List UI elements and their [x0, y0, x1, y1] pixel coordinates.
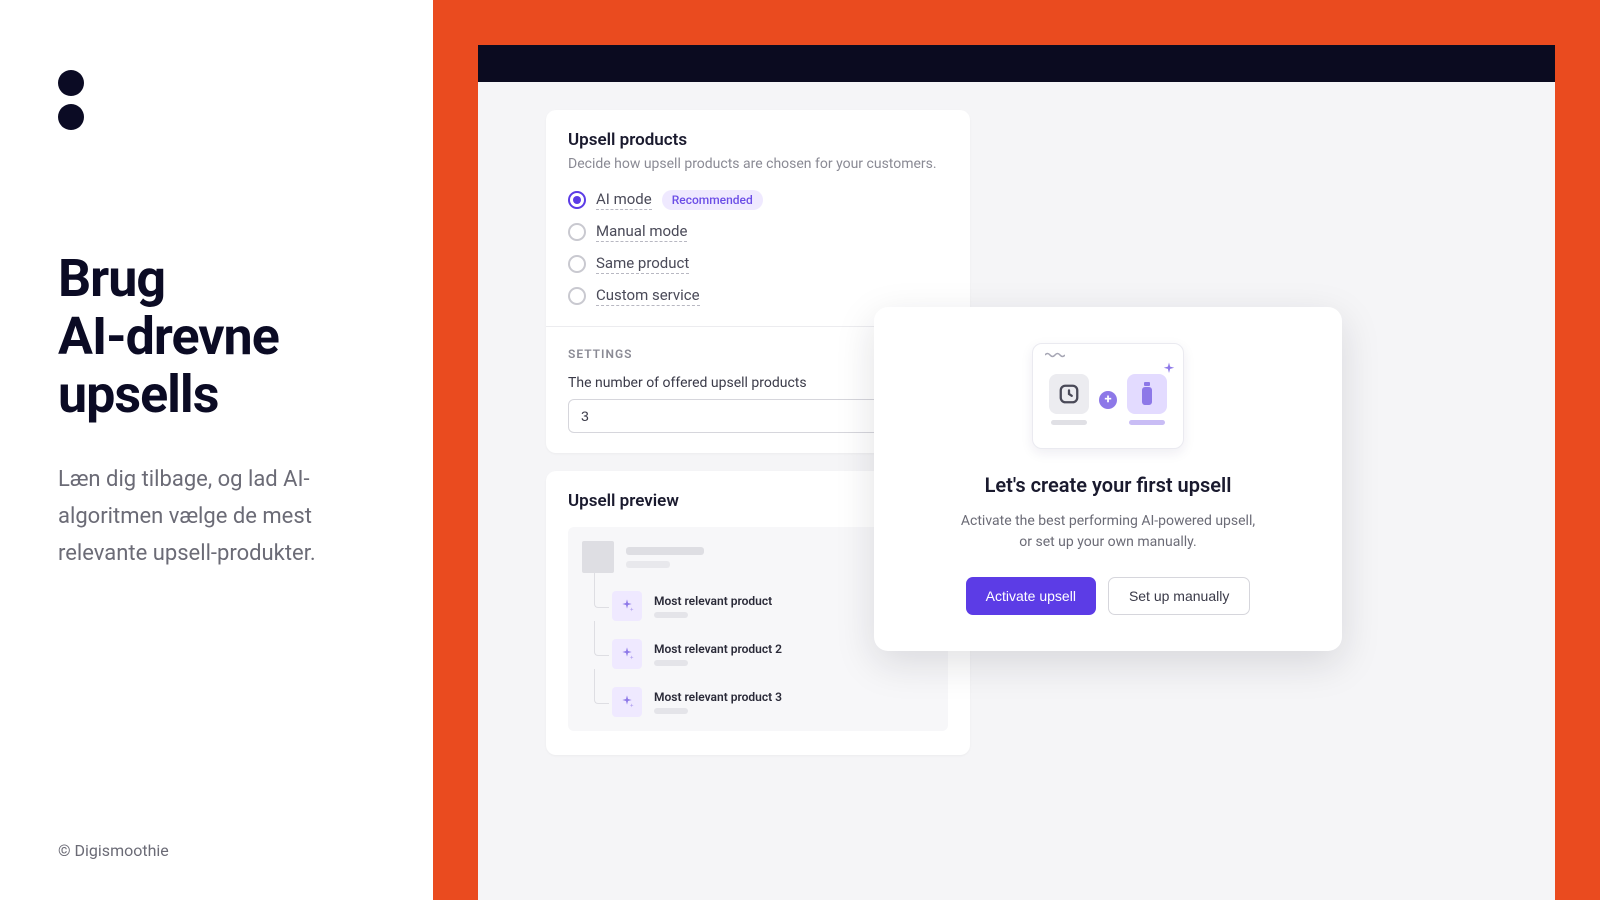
sparkle-icon: [612, 687, 642, 717]
modal-illustration: +: [1032, 343, 1184, 449]
sparkle-icon: [612, 591, 642, 621]
sparkle-icon: [1160, 361, 1178, 379]
radio-label: Manual mode: [596, 222, 687, 242]
app-window: Upsell products Decide how upsell produc…: [478, 45, 1555, 900]
page-heading: Brug AI-drevne upsells: [58, 250, 375, 425]
preview-item-label: Most relevant product 3: [654, 690, 782, 704]
radio-manual-mode[interactable]: Manual mode: [568, 222, 948, 242]
sparkle-icon: [612, 639, 642, 669]
radio-icon: [568, 287, 586, 305]
radio-label: Same product: [596, 254, 689, 274]
setup-manually-button[interactable]: Set up manually: [1108, 577, 1250, 615]
preview-item-label: Most relevant product 2: [654, 642, 782, 656]
page-subtext: Læn dig tilbage, og lad AI-algoritmen væ…: [58, 461, 375, 573]
recommended-badge: Recommended: [662, 190, 763, 210]
radio-label: Custom service: [596, 286, 700, 306]
create-upsell-modal: + Let's create your first upsell: [874, 307, 1342, 651]
radio-icon: [568, 223, 586, 241]
product-placeholder-text: [626, 547, 704, 568]
radio-ai-mode[interactable]: AI mode Recommended: [568, 190, 948, 210]
bottle-icon: [1127, 374, 1167, 414]
activate-upsell-button[interactable]: Activate upsell: [966, 577, 1096, 615]
app-topbar: [478, 45, 1555, 82]
clock-icon: [1049, 374, 1089, 414]
radio-icon: [568, 255, 586, 273]
preview-item-label: Most relevant product: [654, 594, 772, 608]
heading-line: Brug: [58, 248, 165, 309]
radio-same-product[interactable]: Same product: [568, 254, 948, 274]
heading-line: upsells: [58, 364, 218, 425]
radio-custom-service[interactable]: Custom service: [568, 286, 948, 306]
info-panel: Brug AI-drevne upsells Læn dig tilbage, …: [0, 0, 433, 900]
copyright: © Digismoothie: [58, 841, 169, 860]
squiggle-icon: [1045, 352, 1065, 358]
showcase-panel: Upsell products Decide how upsell produc…: [433, 0, 1600, 900]
app-content: Upsell products Decide how upsell produc…: [478, 82, 1555, 900]
radio-label: AI mode: [596, 190, 652, 210]
radio-icon: [568, 191, 586, 209]
card-title: Upsell products: [568, 130, 948, 150]
preview-item: Most relevant product 3: [612, 687, 934, 717]
product-placeholder-icon: [582, 541, 614, 573]
heading-line: AI-drevne: [58, 306, 279, 367]
plus-icon: +: [1099, 391, 1117, 409]
card-subtitle: Decide how upsell products are chosen fo…: [568, 156, 948, 172]
modal-text: Activate the best performing AI-powered …: [910, 511, 1306, 553]
modal-title: Let's create your first upsell: [910, 473, 1306, 497]
logo: [58, 70, 375, 130]
